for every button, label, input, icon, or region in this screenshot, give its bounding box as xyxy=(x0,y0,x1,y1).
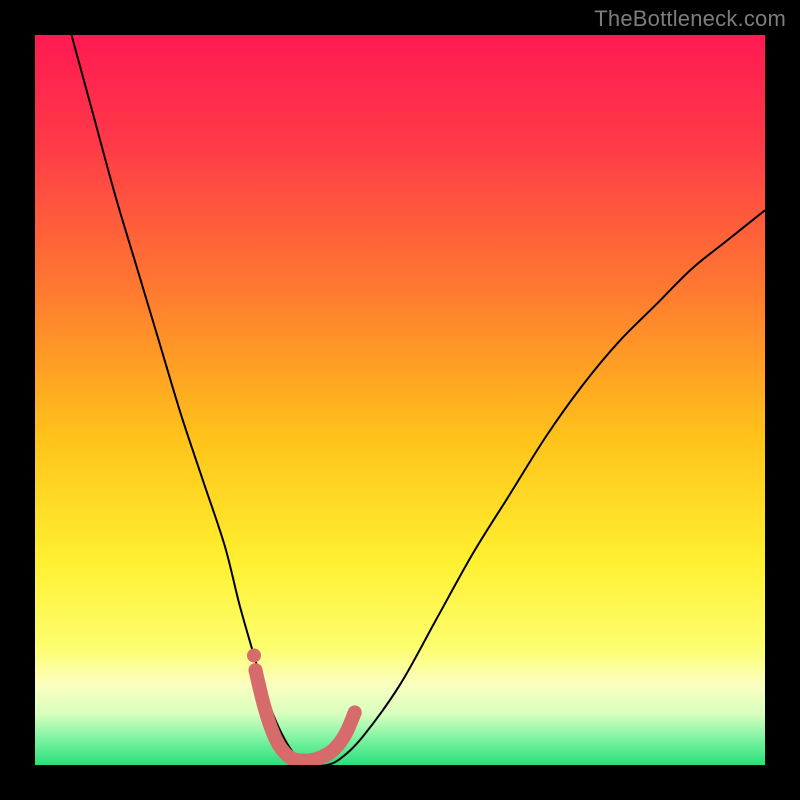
plot-area xyxy=(35,35,765,765)
gradient-background xyxy=(35,35,765,765)
curve-highlight-dot xyxy=(247,649,261,663)
chart-frame: TheBottleneck.com xyxy=(0,0,800,800)
watermark-text: TheBottleneck.com xyxy=(594,6,786,32)
bottleneck-chart xyxy=(35,35,765,765)
